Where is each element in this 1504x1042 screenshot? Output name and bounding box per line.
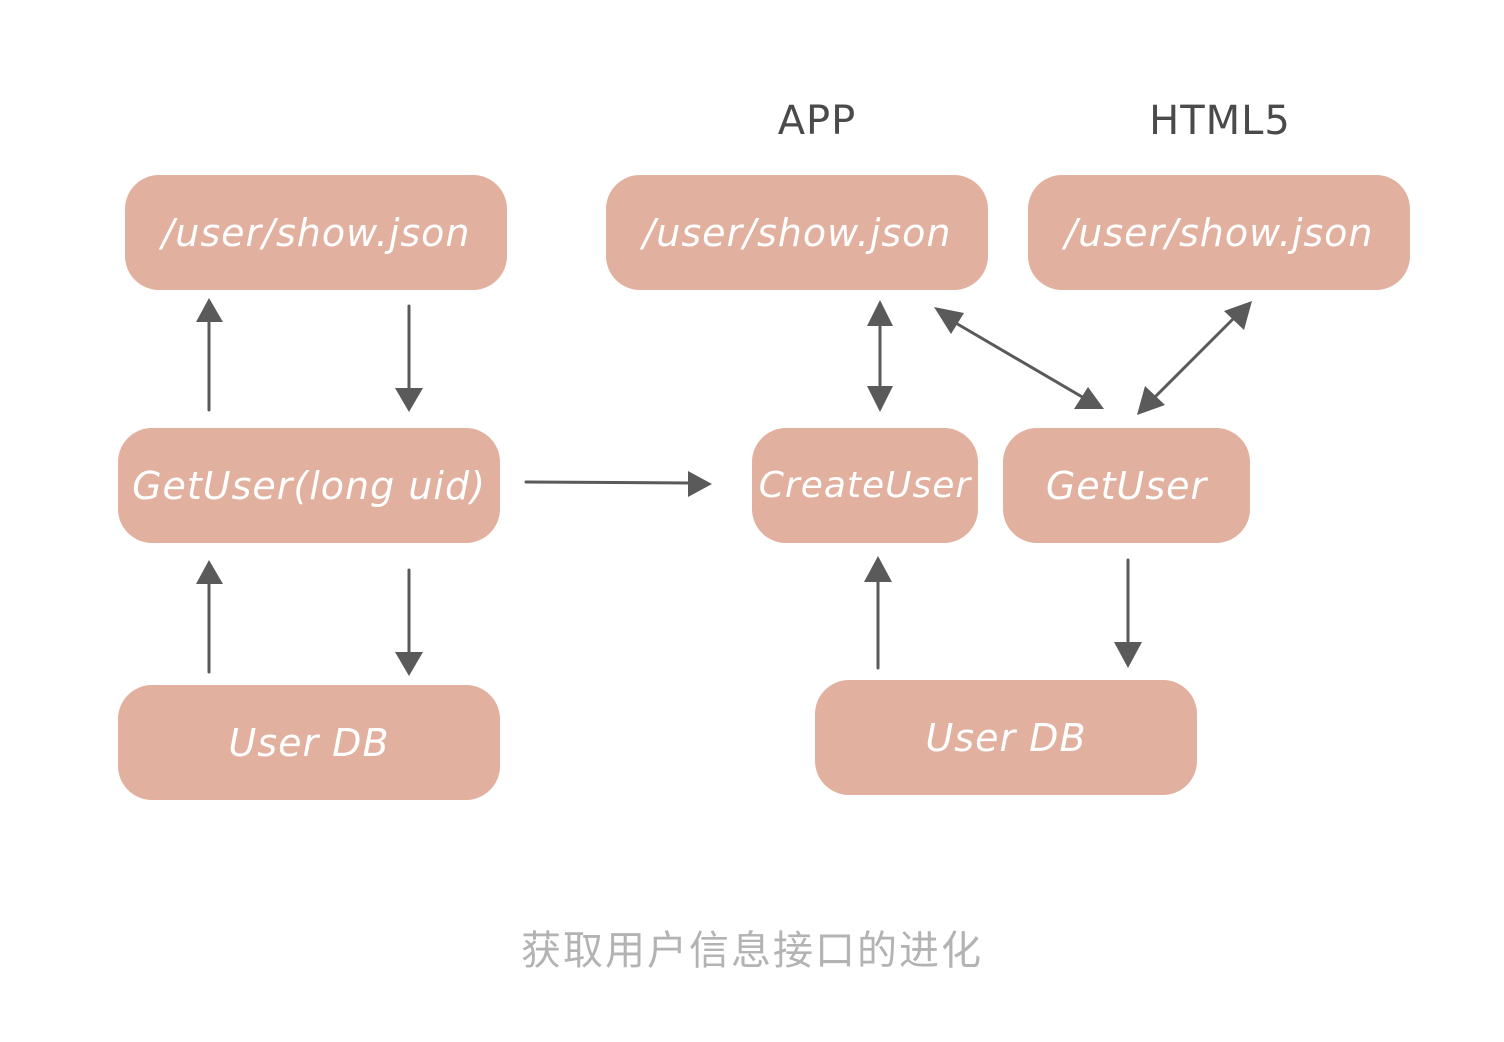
left-service-to-db-arrow — [395, 568, 423, 676]
evolution-arrow — [524, 471, 712, 497]
html5-get-user-double-arrow — [1137, 301, 1252, 415]
left-endpoint-to-service-arrow — [395, 304, 423, 412]
right-get-user-to-db-arrow — [1114, 558, 1142, 668]
connector-arrows — [196, 298, 1252, 676]
left-db-to-service-arrow — [196, 560, 223, 674]
left-service-to-endpoint-arrow — [196, 298, 223, 412]
app-create-user-double-arrow — [867, 300, 893, 412]
app-get-user-double-arrow — [934, 307, 1104, 409]
right-db-to-create-user-arrow — [864, 556, 892, 670]
diagram-caption: 获取用户信息接口的进化 — [521, 928, 983, 974]
